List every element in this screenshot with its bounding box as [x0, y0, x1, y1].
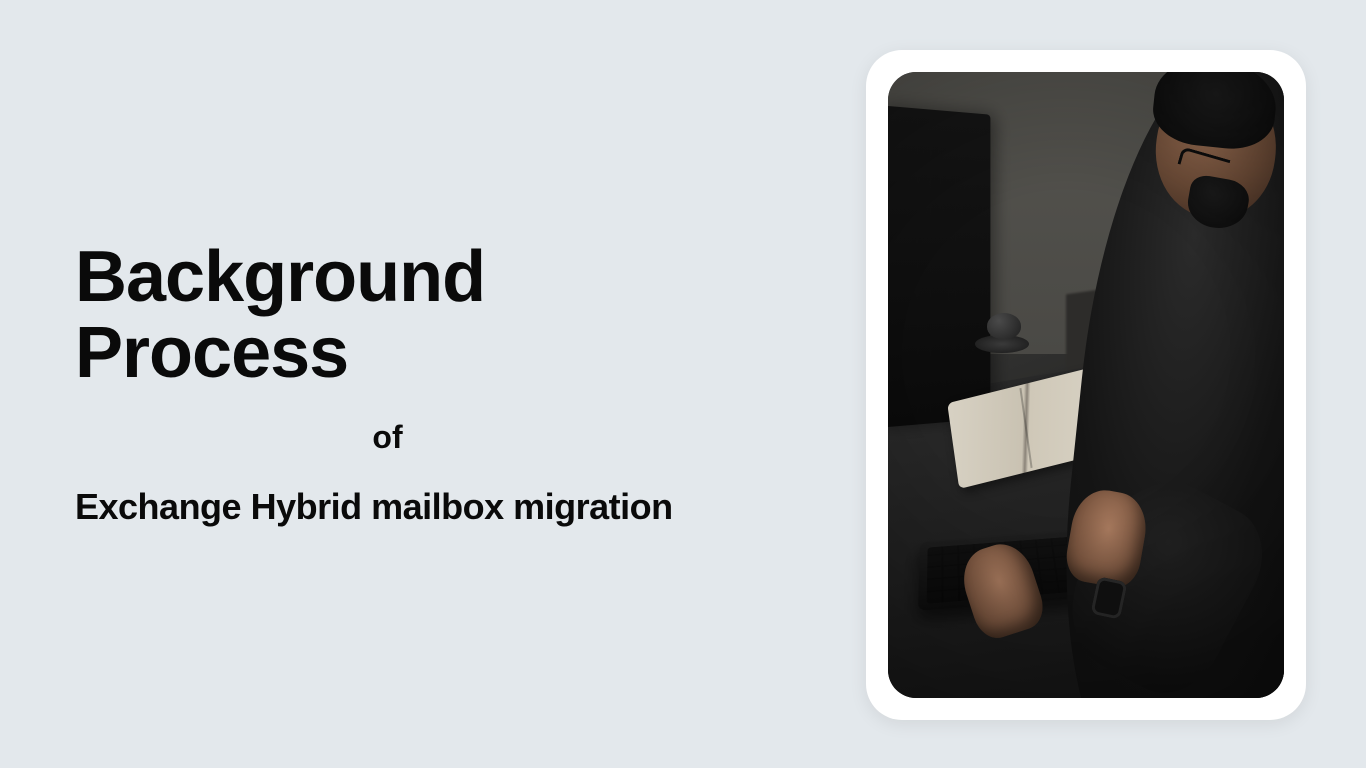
scene-monitor — [888, 105, 990, 428]
slide-container: Background Process of Exchange Hybrid ma… — [0, 0, 1366, 768]
heading-sub: Exchange Hybrid mailbox migration — [75, 486, 760, 528]
heading-main: Background Process — [75, 240, 760, 391]
text-block: Background Process of Exchange Hybrid ma… — [0, 240, 780, 528]
image-card — [866, 50, 1306, 720]
hero-image — [888, 72, 1284, 698]
scene-cup — [987, 313, 1021, 339]
heading-connector: of — [75, 419, 760, 456]
